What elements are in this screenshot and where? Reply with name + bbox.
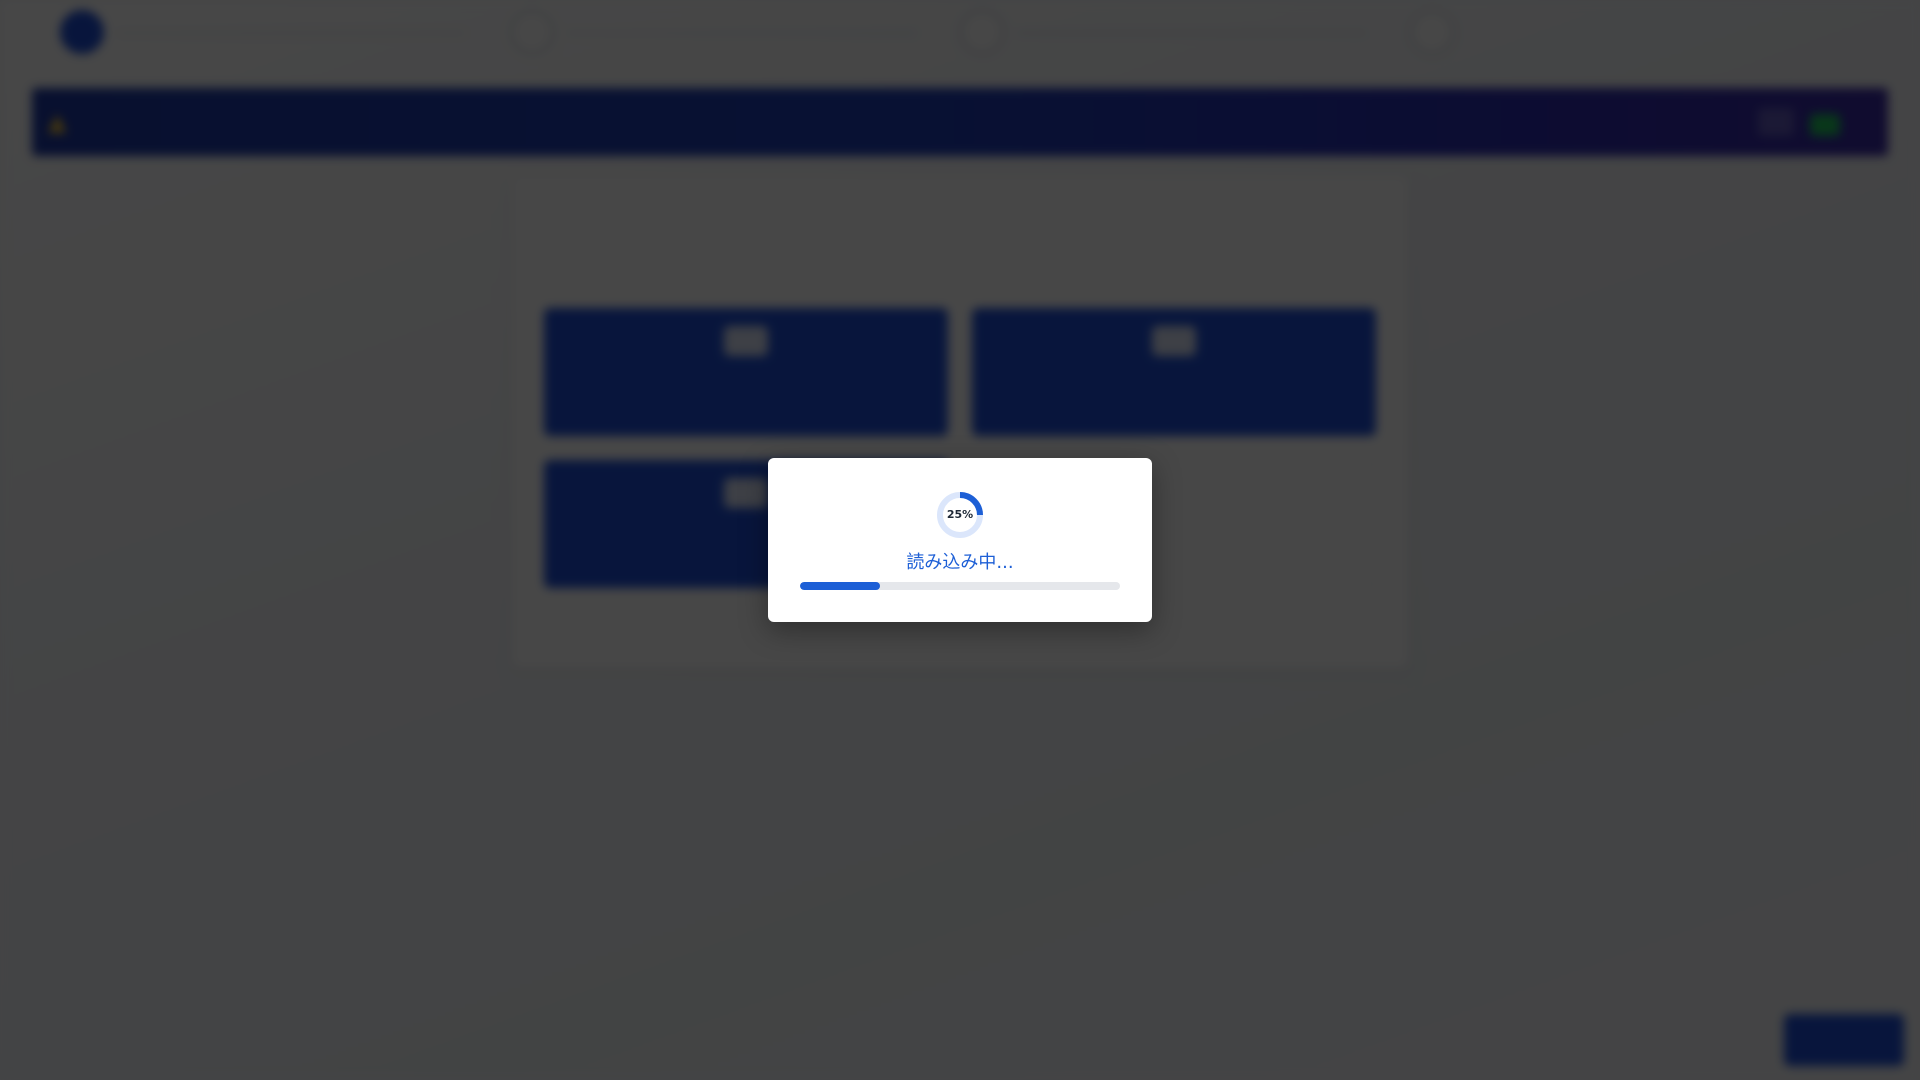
progress-bar-fill — [800, 582, 880, 590]
loading-dialog: 25% 読み込み中... — [768, 458, 1152, 622]
progress-bar — [800, 582, 1120, 590]
progress-percent-label: 25% — [946, 508, 974, 521]
progress-ring: 25% — [935, 490, 985, 540]
modal-overlay: 25% 読み込み中... — [0, 0, 1920, 1080]
loading-text: 読み込み中... — [906, 552, 1014, 573]
